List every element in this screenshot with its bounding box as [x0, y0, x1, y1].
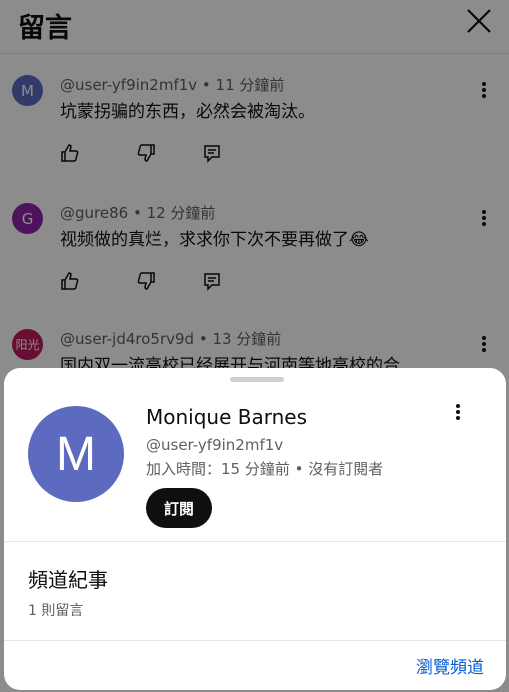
avatar[interactable]: M	[28, 406, 124, 502]
comment-count: 1 則留言	[28, 603, 84, 619]
browse-channel-link[interactable]: 瀏覽頻道	[416, 653, 484, 678]
drag-handle[interactable]	[230, 377, 284, 382]
divider	[4, 640, 506, 641]
profile-bottom-sheet: M Monique Barnes @user-yf9in2mf1v 加入時間：1…	[4, 368, 506, 690]
section-title: 頻道紀事	[28, 568, 108, 592]
subscribe-button[interactable]: 訂閱	[146, 488, 212, 528]
join-info: 加入時間：15 分鐘前 • 沒有訂閱者	[146, 460, 384, 478]
more-options-icon[interactable]	[450, 402, 466, 426]
channel-name: Monique Barnes	[146, 405, 308, 429]
divider	[4, 541, 506, 542]
channel-handle: @user-yf9in2mf1v	[146, 436, 284, 454]
